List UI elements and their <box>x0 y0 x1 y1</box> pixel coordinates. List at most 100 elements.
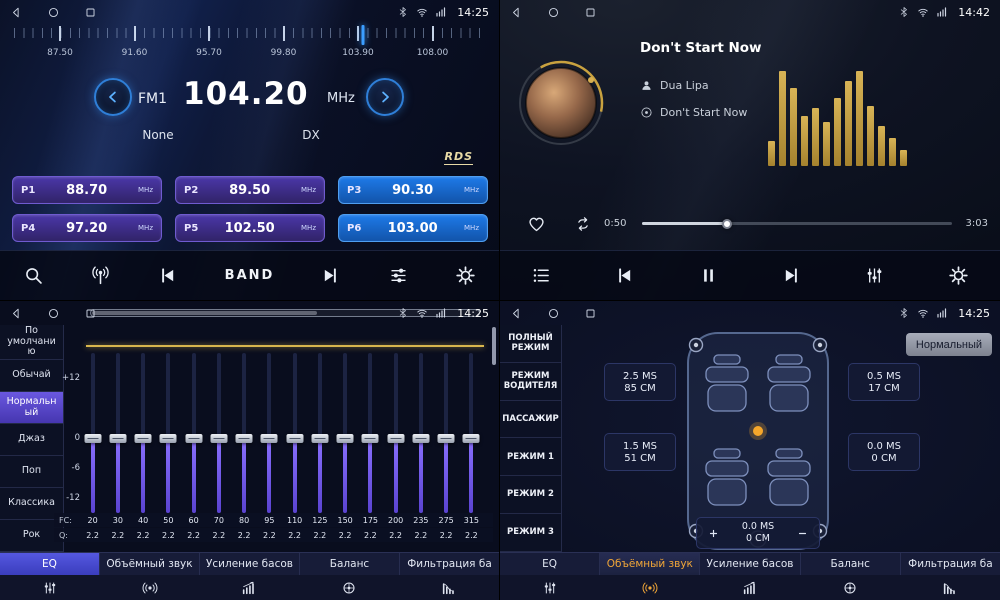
listening-mode-item[interactable]: ПАССАЖИР <box>500 401 561 439</box>
listener-position-dot[interactable] <box>753 426 763 436</box>
tab-eq[interactable]: EQ <box>500 553 600 575</box>
back-icon[interactable] <box>510 6 523 19</box>
tab-bass-boost[interactable]: Усиление басов <box>200 553 300 575</box>
preset-button-P4[interactable]: P497.20MHz <box>12 214 162 242</box>
previous-station-button[interactable] <box>157 265 178 286</box>
delay-increase-button[interactable] <box>702 522 724 544</box>
band-button[interactable]: BAND <box>225 268 275 283</box>
listening-mode-item[interactable]: ПОЛНЫЙ РЕЖИМ <box>500 325 561 363</box>
pause-button[interactable] <box>698 265 719 286</box>
tab-surround-sound[interactable]: Объёмный звук <box>600 553 700 575</box>
settings-button[interactable] <box>948 265 969 286</box>
eq-slider-handle[interactable] <box>311 434 328 443</box>
eq-preset-item[interactable]: Нормальный <box>0 392 63 424</box>
tab-surround-sound-icon-cell[interactable] <box>600 575 700 600</box>
eq-band-slider[interactable] <box>333 353 358 513</box>
eq-band-slider[interactable] <box>80 353 105 513</box>
eq-band-slider[interactable] <box>105 353 130 513</box>
eq-preset-item[interactable]: По умолчанию <box>0 325 63 360</box>
delay-front-left[interactable]: 2.5 MS 85 CM <box>604 363 676 401</box>
seek-bar[interactable] <box>642 222 952 225</box>
listening-mode-item[interactable]: РЕЖИМ 1 <box>500 438 561 476</box>
playlist-button[interactable] <box>531 265 552 286</box>
eq-band-slider[interactable] <box>383 353 408 513</box>
eq-slider-handle[interactable] <box>210 434 227 443</box>
eq-band-slider[interactable] <box>232 353 257 513</box>
eq-band-slider[interactable] <box>307 353 332 513</box>
tab-bass-boost-icon-cell[interactable] <box>700 575 800 600</box>
delay-rear-left[interactable]: 1.5 MS 51 CM <box>604 433 676 471</box>
eq-slider-handle[interactable] <box>261 434 278 443</box>
tab-balance[interactable]: Баланс <box>801 553 901 575</box>
search-button[interactable] <box>23 265 44 286</box>
back-icon[interactable] <box>10 307 23 320</box>
listening-mode-item[interactable]: РЕЖИМ 3 <box>500 514 561 552</box>
delay-rear-right[interactable]: 0.0 MS 0 CM <box>848 433 920 471</box>
equalizer-button[interactable] <box>864 265 885 286</box>
home-icon[interactable] <box>47 307 60 320</box>
settings-button[interactable] <box>455 265 476 286</box>
home-icon[interactable] <box>547 6 560 19</box>
eq-vertical-scrollbar[interactable] <box>492 327 496 365</box>
preset-button-P3[interactable]: P390.30MHz <box>338 176 488 204</box>
eq-slider-handle[interactable] <box>160 434 177 443</box>
eq-band-slider[interactable] <box>206 353 231 513</box>
eq-band-slider[interactable] <box>408 353 433 513</box>
tab-bass-boost[interactable]: Усиление басов <box>700 553 800 575</box>
recents-icon[interactable] <box>84 6 97 19</box>
eq-slider-handle[interactable] <box>135 434 152 443</box>
seek-down-button[interactable] <box>94 78 132 116</box>
eq-band-slider[interactable] <box>434 353 459 513</box>
delay-front-right[interactable]: 0.5 MS 17 CM <box>848 363 920 401</box>
eq-band-slider[interactable] <box>282 353 307 513</box>
eq-slider-handle[interactable] <box>387 434 404 443</box>
tab-balance[interactable]: Баланс <box>300 553 400 575</box>
home-icon[interactable] <box>47 6 60 19</box>
seek-up-button[interactable] <box>366 78 404 116</box>
previous-track-button[interactable] <box>614 265 635 286</box>
eq-band-slider[interactable] <box>181 353 206 513</box>
tune-settings-button[interactable] <box>388 265 409 286</box>
auto-scan-button[interactable] <box>90 265 111 286</box>
repeat-icon[interactable] <box>574 215 592 233</box>
tab-balance-icon-cell[interactable] <box>299 575 399 600</box>
tab-filter-icon-cell[interactable] <box>399 575 499 600</box>
eq-band-slider[interactable] <box>358 353 383 513</box>
preset-button-P2[interactable]: P289.50MHz <box>175 176 325 204</box>
tab-eq[interactable]: EQ <box>0 553 100 575</box>
favorite-icon[interactable] <box>526 213 547 234</box>
eq-slider-handle[interactable] <box>337 434 354 443</box>
next-track-button[interactable] <box>781 265 802 286</box>
recents-icon[interactable] <box>84 307 97 320</box>
eq-slider-handle[interactable] <box>463 434 480 443</box>
eq-slider-handle[interactable] <box>236 434 253 443</box>
eq-slider-handle[interactable] <box>84 434 101 443</box>
eq-slider-handle[interactable] <box>185 434 202 443</box>
eq-slider-handle[interactable] <box>286 434 303 443</box>
next-station-button[interactable] <box>320 265 341 286</box>
seek-bar-knob[interactable] <box>722 219 732 229</box>
preset-button-P6[interactable]: P6103.00MHz <box>338 214 488 242</box>
tab-surround-sound[interactable]: Объёмный звук <box>100 553 200 575</box>
eq-band-slider[interactable] <box>156 353 181 513</box>
delay-decrease-button[interactable] <box>792 522 814 544</box>
tab-filter-icon-cell[interactable] <box>900 575 1000 600</box>
eq-slider-handle[interactable] <box>412 434 429 443</box>
eq-band-slider[interactable] <box>459 353 484 513</box>
back-icon[interactable] <box>510 307 523 320</box>
tab-balance-icon-cell[interactable] <box>800 575 900 600</box>
eq-band-slider[interactable] <box>131 353 156 513</box>
eq-slider-handle[interactable] <box>362 434 379 443</box>
album-art[interactable] <box>518 60 604 146</box>
eq-slider-handle[interactable] <box>438 434 455 443</box>
preset-button-P1[interactable]: P188.70MHz <box>12 176 162 204</box>
tab-eq-icon-cell[interactable] <box>500 575 600 600</box>
tab-eq-icon-cell[interactable] <box>0 575 100 600</box>
eq-slider-handle[interactable] <box>109 434 126 443</box>
tab-filter[interactable]: Фильтрация ба <box>400 553 499 575</box>
eq-band-slider[interactable] <box>257 353 282 513</box>
listening-mode-item[interactable]: РЕЖИМ 2 <box>500 476 561 514</box>
recents-icon[interactable] <box>584 307 597 320</box>
preset-button-P5[interactable]: P5102.50MHz <box>175 214 325 242</box>
listening-mode-item[interactable]: РЕЖИМ ВОДИТЕЛЯ <box>500 363 561 401</box>
